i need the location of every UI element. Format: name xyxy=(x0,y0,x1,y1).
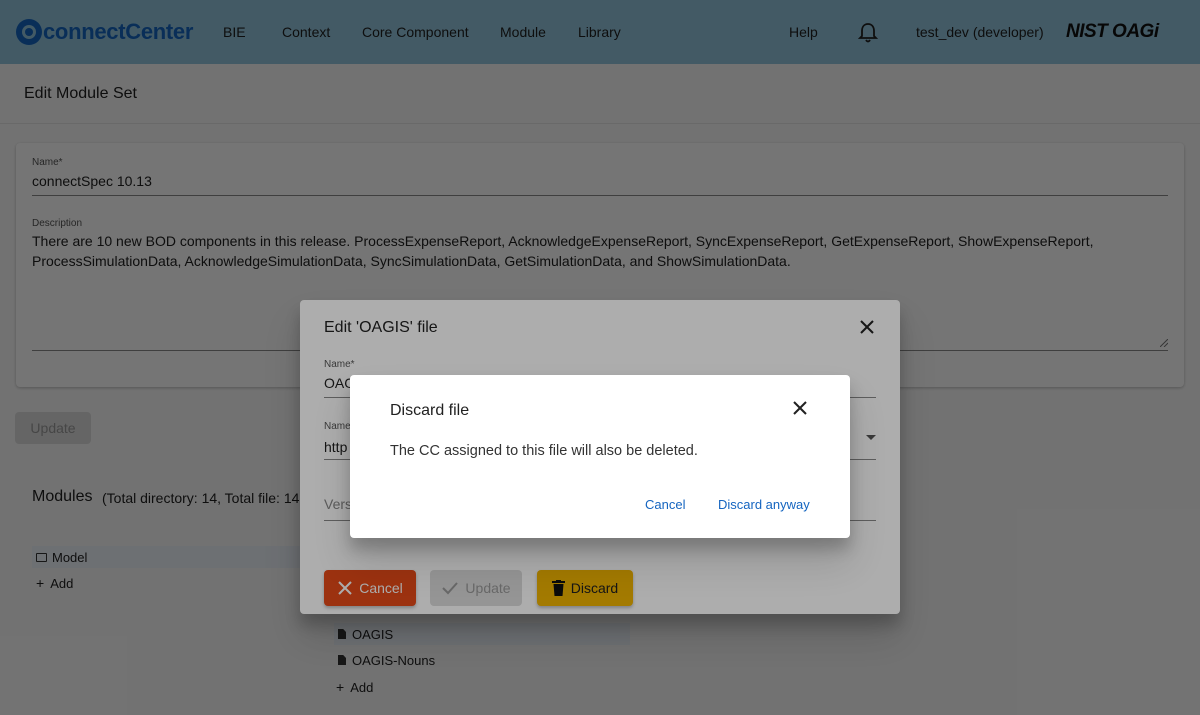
discard-anyway-button[interactable]: Discard anyway xyxy=(718,497,810,512)
close-icon[interactable] xyxy=(792,400,808,416)
confirm-message: The CC assigned to this file will also b… xyxy=(390,443,698,459)
confirm-cancel-button[interactable]: Cancel xyxy=(645,497,685,512)
confirm-dialog-title: Discard file xyxy=(390,402,470,419)
confirm-backdrop[interactable] xyxy=(0,0,1200,715)
discard-confirm-dialog: Discard file The CC assigned to this fil… xyxy=(350,375,850,538)
